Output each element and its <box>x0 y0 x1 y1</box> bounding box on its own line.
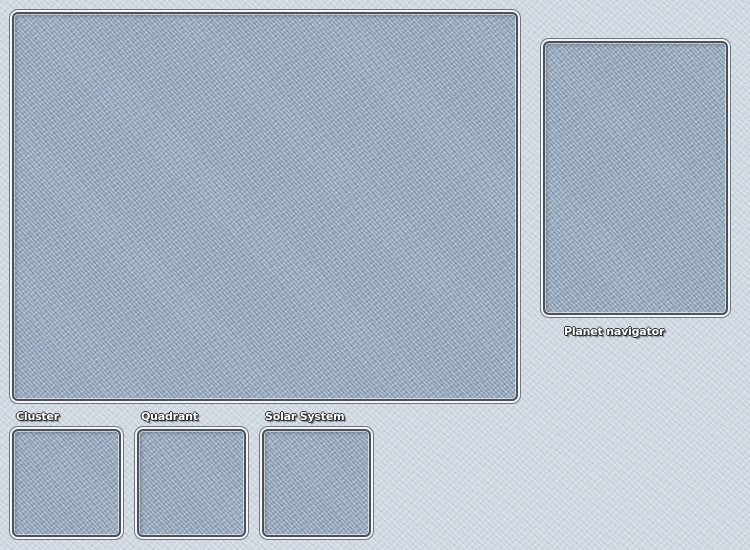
cluster-label: Cluster <box>16 410 59 423</box>
planet-navigator-panel[interactable] <box>543 41 728 315</box>
quadrant-label: Quadrant <box>141 410 198 423</box>
planet-navigator-label: Planet navigator <box>564 325 665 338</box>
cluster-map-panel[interactable] <box>12 429 121 537</box>
quadrant-map-panel[interactable] <box>137 429 246 537</box>
solar-system-label: Solar System <box>265 410 345 423</box>
solar-system-map-panel[interactable] <box>262 429 371 537</box>
main-view-panel[interactable] <box>12 12 518 401</box>
